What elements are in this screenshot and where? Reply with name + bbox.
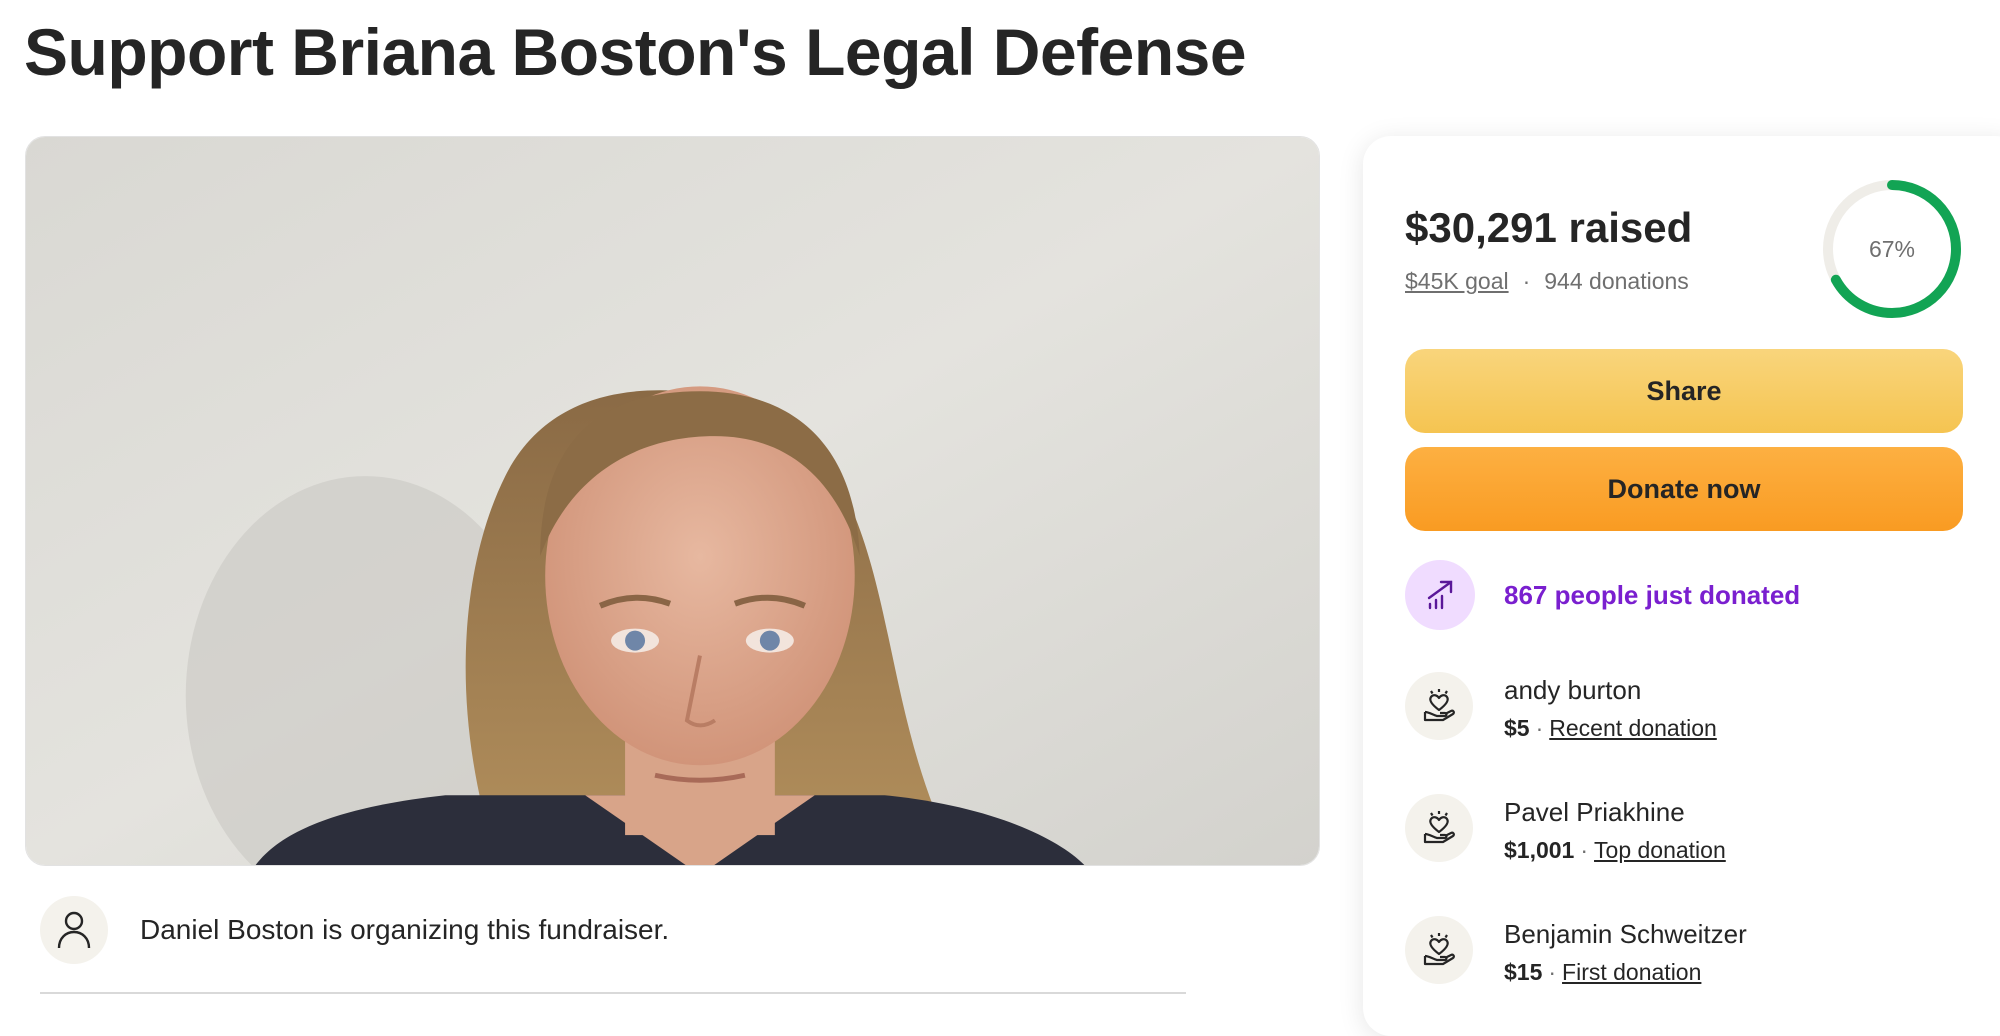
heart-hand-icon — [1405, 672, 1473, 740]
organizer-text: Daniel Boston is organizing this fundrai… — [140, 914, 670, 945]
campaign-photo[interactable] — [25, 136, 1320, 866]
donor-name: Benjamin Schweitzer — [1504, 919, 1747, 949]
donation-amount: $15 — [1504, 959, 1543, 985]
trending-up-icon — [1405, 560, 1475, 630]
donation-amount: $1,001 — [1504, 837, 1575, 863]
donation-amount: $5 — [1504, 715, 1530, 741]
donation-count: 944 donations — [1544, 268, 1689, 294]
progress-ring: 67% — [1819, 176, 1965, 322]
donor-name: Pavel Priakhine — [1504, 797, 1685, 827]
person-icon — [40, 896, 108, 964]
donor-name: andy burton — [1504, 675, 1642, 705]
campaign-photo-image — [26, 137, 1319, 865]
donation-kind-link[interactable]: First donation — [1562, 959, 1701, 985]
goal-meta: $45K goal · 944 donations — [1405, 268, 1689, 295]
donation-item: Pavel Priakhine $1,001 · Top donation — [1405, 794, 1726, 864]
progress-percent: 67% — [1868, 235, 1916, 262]
meta-separator: · — [1522, 268, 1531, 294]
amount-raised: $30,291 raised — [1405, 204, 1693, 251]
people-donated-text: 867 people just donated — [1504, 579, 1801, 610]
heart-hand-icon — [1405, 916, 1473, 984]
page-title: Support Briana Boston's Legal Defense — [24, 15, 1247, 89]
donation-separator: · — [1580, 837, 1589, 863]
donation-card: $30,291 raised $45K goal · 944 donations… — [1363, 136, 2000, 1036]
heart-hand-icon — [1405, 794, 1473, 862]
donation-item: Benjamin Schweitzer $15 · First donation — [1405, 916, 1747, 986]
donation-separator: · — [1535, 715, 1544, 741]
donate-now-button[interactable]: Donate now — [1405, 447, 1963, 531]
donation-kind-link[interactable]: Recent donation — [1549, 715, 1717, 741]
donation-separator: · — [1548, 959, 1557, 985]
divider — [40, 992, 1186, 994]
recent-activity: 867 people just donated — [1405, 560, 1800, 630]
share-button[interactable]: Share — [1405, 349, 1963, 433]
organizer-row: Daniel Boston is organizing this fundrai… — [40, 896, 669, 964]
donation-item: andy burton $5 · Recent donation — [1405, 672, 1717, 742]
donation-kind-link[interactable]: Top donation — [1594, 837, 1726, 863]
goal-link[interactable]: $45K goal — [1405, 268, 1509, 295]
